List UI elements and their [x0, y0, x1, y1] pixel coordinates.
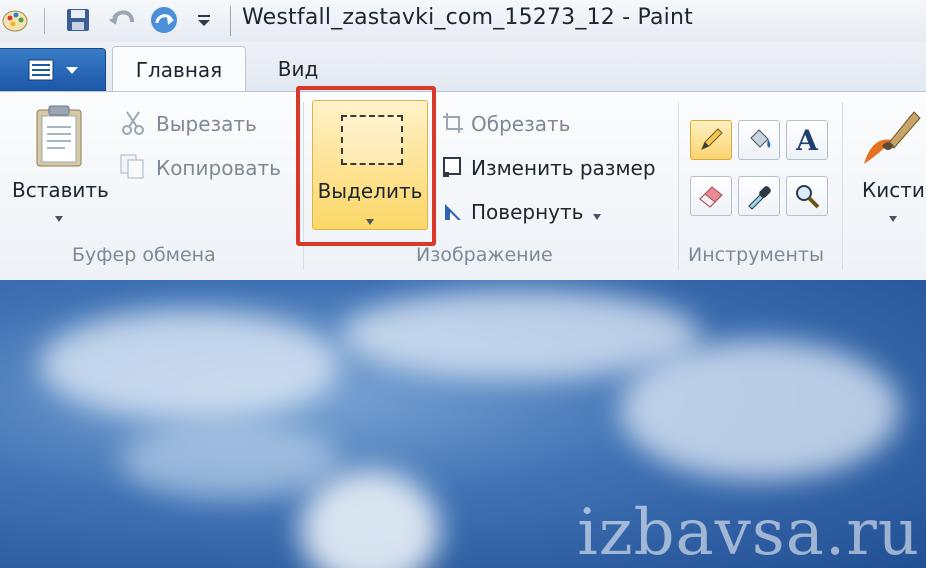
canvas-cloud — [620, 340, 900, 480]
rotate-icon — [442, 199, 466, 227]
canvas-cloud — [120, 420, 340, 500]
cut-button[interactable]: Вырезать — [156, 112, 257, 136]
crop-button[interactable]: Обрезать — [471, 112, 570, 136]
select-highlight-frame — [296, 86, 436, 246]
scissors-icon — [120, 110, 146, 140]
tab-home[interactable]: Главная — [112, 46, 246, 93]
paint-app-icon[interactable] — [0, 6, 30, 34]
rotate-dropdown-icon[interactable] — [592, 206, 602, 225]
undo-icon[interactable] — [104, 6, 140, 34]
pencil-icon[interactable] — [690, 120, 732, 160]
brushes-dropdown-icon[interactable] — [888, 208, 898, 227]
magnifier-icon[interactable] — [786, 176, 828, 216]
rotate-button[interactable]: Повернуть — [471, 200, 583, 224]
save-icon[interactable] — [62, 6, 94, 34]
paint-menu-button[interactable] — [0, 48, 106, 92]
fill-icon[interactable] — [738, 120, 780, 160]
resize-button[interactable]: Изменить размер — [471, 156, 656, 180]
watermark: izbavsa.ru — [577, 496, 920, 568]
paste-dropdown-icon[interactable] — [54, 208, 64, 227]
image-group-label: Изображение — [416, 244, 553, 266]
drawing-canvas[interactable]: izbavsa.ru — [0, 280, 926, 568]
paint-menu-icon — [28, 59, 53, 81]
group-separator — [842, 102, 843, 270]
text-icon[interactable]: A — [786, 120, 828, 160]
title-bar: Westfall_zastavki_com_15273_12 - Paint — [0, 0, 926, 43]
separator — [44, 8, 45, 34]
color-picker-icon[interactable] — [738, 176, 780, 216]
tools-group-label: Инструменты — [688, 244, 824, 266]
brushes-button[interactable]: Кисти — [862, 178, 925, 202]
customize-dropdown-icon[interactable] — [192, 6, 216, 34]
brushes-icon[interactable] — [862, 106, 922, 170]
chevron-down-icon — [65, 67, 78, 74]
canvas-cloud — [40, 310, 340, 420]
title-separator — [230, 6, 231, 36]
redo-icon[interactable] — [146, 6, 182, 34]
paste-button[interactable]: Вставить — [12, 178, 109, 202]
copy-button[interactable]: Копировать — [156, 156, 281, 180]
canvas-cloud — [340, 290, 700, 380]
resize-icon — [442, 156, 464, 182]
paste-icon[interactable] — [34, 104, 84, 172]
crop-icon — [442, 112, 464, 138]
clipboard-group-label: Буфер обмена — [72, 244, 216, 266]
copy-icon — [118, 152, 146, 184]
text-tool-glyph: A — [796, 123, 818, 157]
window-title: Westfall_zastavki_com_15273_12 - Paint — [242, 5, 693, 30]
group-separator — [678, 102, 679, 270]
eraser-icon[interactable] — [690, 176, 732, 216]
canvas-cloud — [300, 470, 440, 568]
